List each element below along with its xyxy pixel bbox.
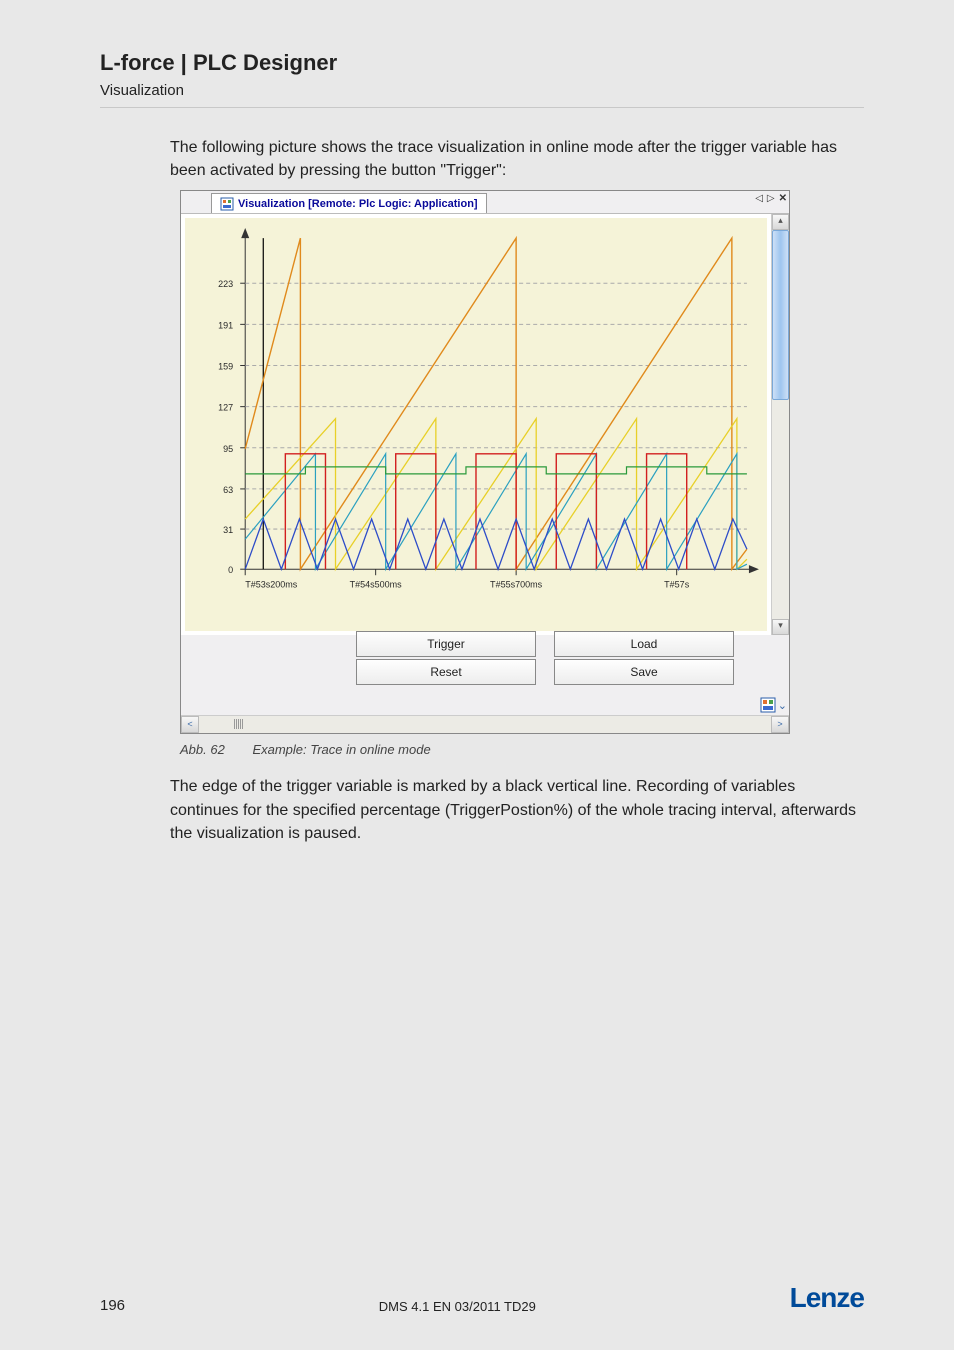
trace-plot: 0 31 63 95 127 159 191 223 T#53s20	[185, 218, 767, 631]
tab-close-icon[interactable]: ✕	[779, 193, 787, 204]
series-green	[245, 467, 747, 474]
hscroll-grip[interactable]	[234, 719, 244, 729]
series-orange	[245, 238, 747, 569]
scroll-left-icon[interactable]: <	[181, 716, 199, 733]
reset-button[interactable]: Reset	[356, 659, 536, 685]
tab-controls: ◁ ▷ ✕	[755, 193, 787, 204]
x-tick-1: T#54s500ms	[350, 580, 403, 590]
y-tick-2: 63	[223, 485, 233, 495]
intro-paragraph: The following picture shows the trace vi…	[170, 136, 864, 182]
y-tick-4: 127	[218, 403, 233, 413]
x-tick-0: T#53s200ms	[245, 580, 298, 590]
tab-next-icon[interactable]: ▷	[767, 193, 775, 204]
doc-title: L-force | PLC Designer	[100, 50, 864, 76]
footer-docid: DMS 4.1 EN 03/2011 TD29	[379, 1299, 536, 1314]
scroll-thumb[interactable]	[772, 230, 789, 400]
screenshot-window: Visualization [Remote: Plc Logic: Applic…	[180, 190, 790, 734]
header-rule	[100, 107, 864, 108]
visualization-body: 0 31 63 95 127 159 191 223 T#53s20	[181, 213, 789, 635]
series-cyan	[245, 454, 747, 569]
scroll-up-icon[interactable]: ▴	[772, 214, 789, 230]
figure-caption: Abb. 62 Example: Trace in online mode	[180, 742, 864, 757]
caption-text: Example: Trace in online mode	[252, 742, 430, 757]
scroll-right-icon[interactable]: >	[771, 716, 789, 733]
tab-prev-icon[interactable]: ◁	[755, 193, 763, 204]
tab-bar: Visualization [Remote: Plc Logic: Applic…	[181, 191, 789, 213]
y-tick-7: 223	[218, 280, 233, 290]
page-footer: 196 DMS 4.1 EN 03/2011 TD29 Lenze	[100, 1282, 864, 1314]
y-tick-1: 31	[223, 525, 233, 535]
tab-visualization[interactable]: Visualization [Remote: Plc Logic: Applic…	[211, 193, 487, 213]
y-tick-0: 0	[228, 566, 233, 576]
visualization-icon[interactable]	[760, 697, 776, 713]
series-yellow	[245, 419, 747, 570]
chevron-down-icon[interactable]: ⌄	[778, 699, 787, 712]
y-tick-3: 95	[223, 444, 233, 454]
x-tick-2: T#55s700ms	[490, 580, 543, 590]
bottom-icon-row: ⌄	[181, 697, 789, 713]
visualization-icon	[220, 197, 234, 211]
lenze-logo: Lenze	[790, 1282, 864, 1314]
y-tick-6: 191	[218, 321, 233, 331]
page-number: 196	[100, 1297, 125, 1314]
y-tick-5: 159	[218, 362, 233, 372]
vertical-scrollbar[interactable]: ▴ ▾	[771, 214, 789, 635]
save-button[interactable]: Save	[554, 659, 734, 685]
hscroll-track[interactable]	[199, 716, 771, 733]
tab-title: Visualization [Remote: Plc Logic: Applic…	[238, 198, 478, 210]
doc-subtitle: Visualization	[100, 82, 864, 99]
caption-number: Abb. 62	[180, 742, 225, 757]
scroll-down-icon[interactable]: ▾	[772, 619, 789, 635]
x-tick-3: T#57s	[664, 580, 690, 590]
button-row-2: Reset Save	[356, 659, 789, 685]
body-paragraph: The edge of the trigger variable is mark…	[170, 775, 864, 845]
horizontal-scrollbar[interactable]: < >	[181, 715, 789, 733]
scroll-track[interactable]	[772, 400, 789, 619]
